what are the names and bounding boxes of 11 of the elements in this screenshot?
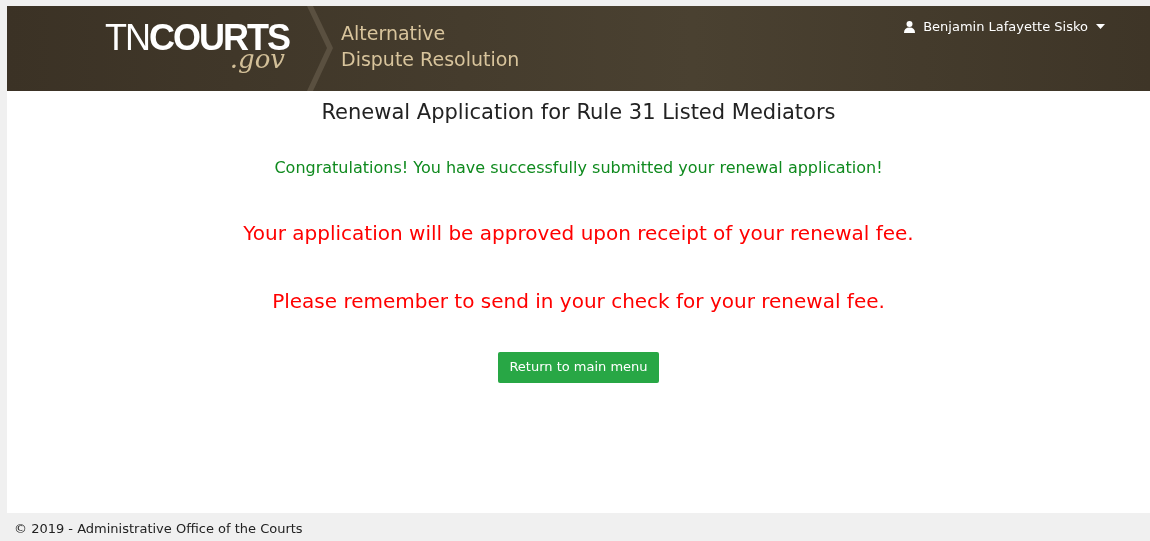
site-title: Dispute Resolution — [341, 47, 520, 72]
status-message: Please remember to send in your check for your renewal fee. — [272, 287, 885, 315]
user-menu[interactable]: Benjamin Lafayette Sisko — [904, 17, 1105, 37]
logo-prefix: TN — [105, 20, 149, 56]
page-title: Renewal Application for Rule 31 Listed Mediators — [321, 99, 836, 126]
site-title: Alternative — [341, 21, 447, 46]
caret-icon — [1096, 24, 1105, 30]
user-icon — [904, 20, 916, 33]
status-message: Congratulations! You have successfully submitted your renewal application! — [274, 156, 883, 179]
status-message: Your application will be approved upon receipt of your renewal fee. — [243, 219, 914, 247]
footer-text: © 2019 - Administrative Office of the Courts — [14, 519, 303, 538]
